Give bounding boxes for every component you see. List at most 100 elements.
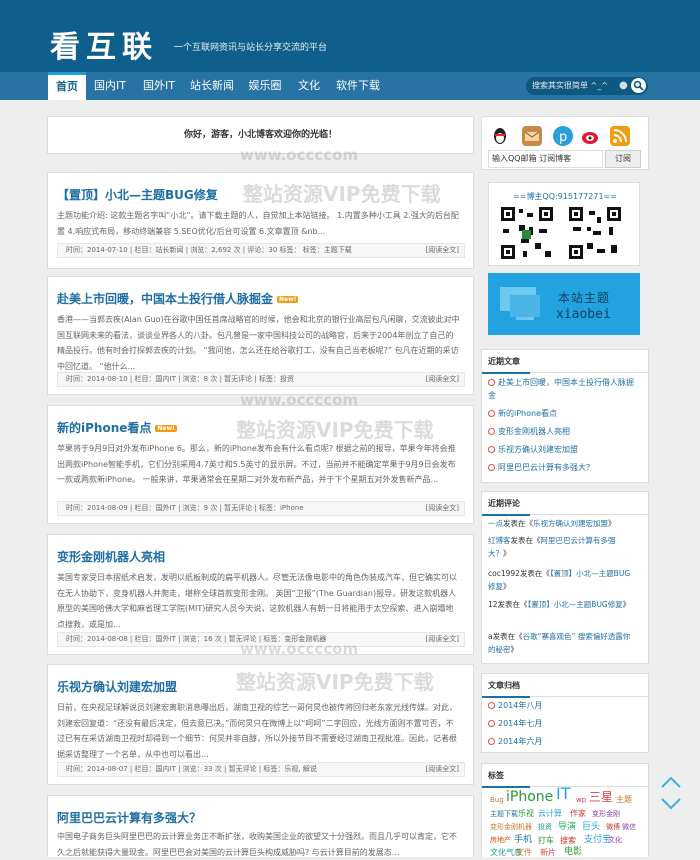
tag-link[interactable]: 电影 (564, 848, 582, 857)
tag-link[interactable]: 微博 (606, 824, 620, 831)
recent-post-link[interactable]: 赴美上市回暖，中国本土投行借人脉掘金 (488, 376, 638, 402)
read-more-link[interactable]: [阅读全文] (426, 373, 459, 386)
nav-item-home[interactable]: 首页 (48, 72, 86, 100)
nav-item-foreign-it[interactable]: 国外IT (138, 72, 180, 100)
nav-item-software[interactable]: 软件下载 (333, 72, 383, 100)
tag-link[interactable]: 巨头 (582, 823, 600, 832)
tag-link[interactable]: 文件 (516, 849, 532, 857)
tag-link[interactable]: Bug (490, 797, 504, 804)
welcome-banner: 你好，游客，小北博客欢迎你的光临！ (47, 116, 474, 154)
tag-link[interactable]: 三星 (589, 791, 613, 803)
tag-link[interactable]: 导演 (558, 823, 576, 832)
post-comments[interactable]: 暂无评论 (224, 504, 252, 512)
post-card: 变形金刚机器人亮相 美国专家受日本摺纸术启发，发明以纸板制成的扁平机器人。尽管无… (47, 534, 474, 655)
post-tags[interactable]: 标签：变形金刚机器 (263, 635, 326, 643)
tag-link[interactable]: 作家 (570, 810, 586, 818)
archive-link[interactable]: 2014年六月 (488, 735, 638, 748)
post-title[interactable]: 变形金刚机器人亮相 (57, 548, 165, 565)
post-category[interactable]: 栏目：国内IT (135, 375, 176, 383)
post-title-text[interactable]: 新的iPhone看点 (57, 421, 151, 435)
post-title[interactable]: 阿里巴巴云计算有多强大？ (57, 809, 201, 826)
post-title-text[interactable]: 赴美上市回暖，中国本土投行借人脉掘金 (57, 292, 273, 306)
archive-link[interactable]: 2014年八月 (488, 699, 638, 712)
qr-code-right (567, 205, 623, 261)
tag-link[interactable]: 云计算 (538, 810, 562, 818)
recent-post-link[interactable]: 乐视方确认刘建宏加盟 (488, 443, 638, 456)
read-more-link[interactable]: [阅读全文] (426, 244, 459, 257)
post-category[interactable]: 栏目：站长新闻 (135, 246, 184, 254)
tag-link[interactable]: 乐视 (518, 810, 534, 818)
recent-post-link[interactable]: 变形金刚机器人亮相 (488, 425, 638, 438)
tag-link[interactable]: 搜索 (560, 837, 576, 845)
comment-author[interactable]: 一点 (488, 519, 503, 528)
tag-link[interactable]: 文化 (608, 837, 622, 844)
comment-item: 一点发表在《乐视方确认刘建宏加盟》 (488, 519, 616, 528)
nav-item-culture[interactable]: 文化 (294, 72, 324, 100)
read-more-link[interactable]: [阅读全文] (426, 633, 459, 646)
read-more-link[interactable]: [阅读全文] (426, 502, 459, 515)
tag-link[interactable]: 支付宝 (584, 836, 611, 845)
post-tags[interactable]: 标签：iPhone (259, 504, 304, 512)
post-tags[interactable]: 标签：投资 (259, 375, 294, 383)
nav-item-entertainment[interactable]: 娱乐圈 (245, 72, 285, 100)
tag-link[interactable]: 主题 (616, 796, 632, 804)
subscribe-button[interactable]: 订阅 (605, 150, 641, 168)
nav-item-domestic-it[interactable]: 国内IT (90, 72, 130, 100)
comment-author[interactable]: coc1992 (488, 569, 520, 578)
comment-author[interactable]: 红博客 (488, 536, 511, 545)
pinterest-icon[interactable]: p (553, 126, 573, 146)
post-comments[interactable]: 暂无评论 (229, 765, 257, 773)
tag-link[interactable]: 手机 (514, 836, 532, 845)
mail-icon[interactable] (522, 126, 542, 146)
tag-link[interactable]: wp (576, 797, 586, 804)
post-excerpt: 日前，在央视足球解说员刘建宏离职消息曝出后，湖南卫视的综艺一哥何炅也被传将回归老… (57, 703, 457, 759)
tag-link[interactable]: 打车 (538, 837, 554, 845)
weibo-icon[interactable] (581, 126, 601, 146)
theme-banner[interactable]: 本站主题 xiaobei (488, 273, 640, 335)
post-title[interactable]: 乐视方确认刘建宏加盟 (57, 678, 177, 695)
tag-link[interactable]: 变形金刚机器 (490, 824, 532, 831)
tag-link[interactable]: 投资 (538, 824, 552, 831)
post-category[interactable]: 栏目：国内IT (135, 765, 176, 773)
new-badge: New! (277, 296, 299, 303)
post-excerpt: 香港——当郭去疾(Alan Guo)在谷歌中国任首席战略官的时候，他会和北京的银… (57, 315, 460, 371)
tag-link[interactable]: IT (556, 786, 571, 802)
site-logo[interactable]: 看互联 (50, 22, 158, 66)
post-category[interactable]: 栏目：国外IT (135, 635, 176, 643)
post-tags[interactable]: 标签：乐视, 解说 (263, 765, 316, 773)
nav-item-webmaster-news[interactable]: 站长新闻 (187, 72, 237, 100)
tag-link[interactable]: 新片 (540, 849, 556, 857)
search-icon (633, 80, 644, 91)
comment-post-link[interactable]: 乐视方确认刘建宏加盟 (533, 519, 608, 528)
search-button[interactable] (631, 78, 646, 93)
post-comments[interactable]: 暂无评论 (224, 375, 252, 383)
post-title[interactable]: 【置顶】小北—主题BUG修复 (57, 186, 218, 203)
qq-icon[interactable] (490, 126, 510, 146)
tag-link[interactable]: 房地产 (490, 837, 511, 844)
post-comments[interactable]: 评论：30 (247, 246, 277, 254)
tag-link[interactable]: 变形金刚 (592, 811, 620, 818)
tag-link[interactable]: iPhone (506, 790, 553, 804)
subscribe-email-input[interactable]: 输入QQ邮箱 订阅博客 (488, 150, 603, 168)
tag-link[interactable]: 主题下载 (490, 811, 518, 818)
post-tags[interactable]: 标签：主题下载 (303, 246, 352, 254)
post-title[interactable]: 新的iPhone看点 New! (57, 419, 177, 436)
rss-icon[interactable] (610, 126, 630, 146)
recent-post-link[interactable]: 阿里巴巴云计算有多强大？ (488, 461, 638, 474)
read-more-link[interactable]: [阅读全文] (426, 763, 459, 776)
scroll-up-icon[interactable] (660, 775, 682, 789)
post-views: 浏览：8 次 (182, 375, 218, 383)
post-comments[interactable]: 暂无评论 (229, 635, 257, 643)
microphone-icon[interactable]: ● (619, 78, 628, 93)
post-date: 时间：2014-08-07 (66, 765, 128, 773)
comment-post-link[interactable]: 【置顶】小北—主题BUG修复 (528, 600, 623, 609)
post-category[interactable]: 栏目：国外IT (135, 504, 176, 512)
post-title[interactable]: 赴美上市回暖，中国本土投行借人脉掘金 New! (57, 290, 299, 307)
tag-link[interactable]: 微信 (622, 824, 636, 831)
search-input[interactable]: 搜索其实很简单 ^_^ (526, 77, 648, 95)
comment-author[interactable]: 12发 (488, 600, 505, 609)
post-date: 时间：2014-08-10 (66, 375, 128, 383)
scroll-down-icon[interactable] (660, 797, 682, 811)
recent-post-link[interactable]: 新的iPhone看点 (488, 407, 638, 420)
archive-link[interactable]: 2014年七月 (488, 717, 638, 730)
